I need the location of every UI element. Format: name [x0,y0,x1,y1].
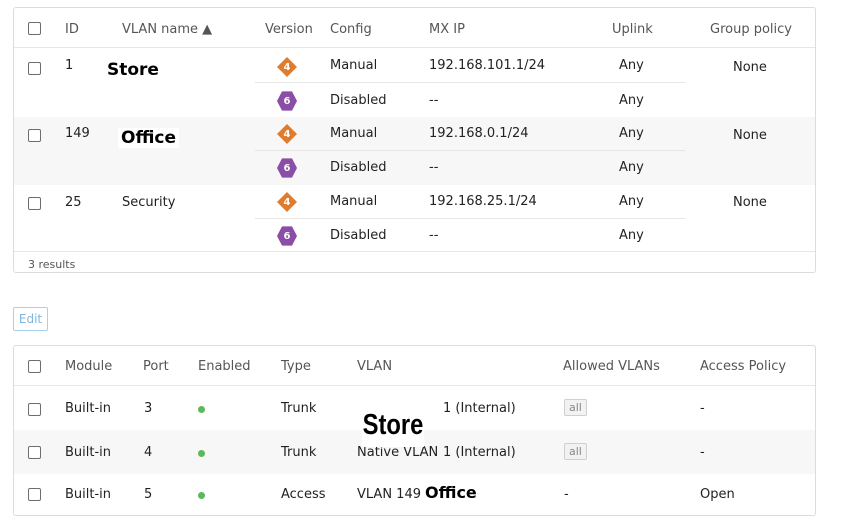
enabled-status-icon [198,492,205,499]
col-mx-ip[interactable]: MX IP [429,22,465,37]
port-value: 4 [144,445,153,460]
uplink-value: Any [619,160,644,175]
vlan-id: 25 [65,195,82,210]
col-version[interactable]: Version [265,22,313,37]
port-value: 3 [144,401,153,416]
uplink-value: Any [619,194,644,209]
uplink-value: Any [619,58,644,73]
row-checkbox[interactable] [28,403,41,416]
config-value: Disabled [330,93,387,108]
vlan-id: 149 [65,126,90,141]
config-value: Manual [330,126,378,141]
divider [255,150,685,151]
vlan-name-overlay: Office [425,483,477,502]
group-policy-value: None [733,195,767,210]
mx-ip-value: 192.168.25.1/24 [429,194,537,209]
uplink-value: Any [619,93,644,108]
row-checkbox[interactable] [28,197,41,210]
uplink-value: Any [619,126,644,141]
enabled-status-icon [198,450,205,457]
divider [14,251,815,252]
vlan-name[interactable]: Security [122,195,175,210]
edit-button[interactable]: Edit [13,307,48,331]
row-checkbox[interactable] [28,62,41,75]
mx-ip-value: -- [429,93,439,108]
type-value: Trunk [281,401,317,416]
module-value: Built-in [65,401,112,416]
ipv4-badge-icon: 4 [277,57,297,77]
vlan-name-overlay: Store [361,404,425,447]
divider [255,218,685,219]
mx-ip-value: 192.168.0.1/24 [429,126,529,141]
vlan-table: ID VLAN name ▲ Version Config MX IP Upli… [13,7,816,273]
group-policy-value: None [733,60,767,75]
col-uplink[interactable]: Uplink [612,22,653,37]
row-checkbox[interactable] [28,446,41,459]
config-value: Manual [330,58,378,73]
divider [14,385,815,386]
results-count: 3 results [28,258,76,271]
col-allowed-vlans[interactable]: Allowed VLANs [563,359,660,374]
vlan-name[interactable]: Store [107,60,159,80]
col-port[interactable]: Port [143,359,169,374]
vlan-value: 1 (Internal) [443,445,516,460]
col-config[interactable]: Config [330,22,372,37]
access-policy-value: - [700,445,705,460]
ipv6-badge-icon: 6 [277,226,297,246]
access-policy-value: - [700,401,705,416]
col-enabled[interactable]: Enabled [198,359,251,374]
mx-ip-value: -- [429,228,439,243]
col-module[interactable]: Module [65,359,112,374]
row-checkbox[interactable] [28,488,41,501]
select-all-checkbox[interactable] [28,360,41,373]
ipv4-badge-icon: 4 [277,192,297,212]
vlan-value: VLAN 149 [357,487,421,502]
col-type[interactable]: Type [281,359,311,374]
module-value: Built-in [65,487,112,502]
config-value: Disabled [330,228,387,243]
vlan-name[interactable]: Office [118,128,180,148]
col-vlan[interactable]: VLAN [357,359,392,374]
port-table: Module Port Enabled Type VLAN Allowed VL… [13,345,816,516]
port-value: 5 [144,487,153,502]
type-value: Trunk [281,445,317,460]
mx-ip-value: 192.168.101.1/24 [429,58,546,73]
uplink-value: Any [619,228,644,243]
allowed-vlans-value: - [564,487,569,502]
allowed-vlans-tag: all [564,399,587,416]
group-policy-value: None [733,128,767,143]
col-access-policy[interactable]: Access Policy [700,359,786,374]
col-group-policy[interactable]: Group policy [710,22,792,37]
divider [255,82,685,83]
col-id[interactable]: ID [65,22,79,37]
config-value: Disabled [330,160,387,175]
enabled-status-icon [198,406,205,413]
module-value: Built-in [65,445,112,460]
config-value: Manual [330,194,378,209]
divider [14,47,815,48]
allowed-vlans-tag: all [564,443,587,460]
vlan-value-prefix: Native VLAN [357,445,439,460]
vlan-id: 1 [65,58,74,73]
ipv6-badge-icon: 6 [277,91,297,111]
mx-ip-value: -- [429,160,439,175]
row-checkbox[interactable] [28,129,41,142]
col-vlan-name[interactable]: VLAN name ▲ [122,22,212,37]
vlan-value: 1 (Internal) [443,401,516,416]
access-policy-value: Open [700,487,735,502]
type-value: Access [281,487,326,502]
select-all-checkbox[interactable] [28,22,41,35]
